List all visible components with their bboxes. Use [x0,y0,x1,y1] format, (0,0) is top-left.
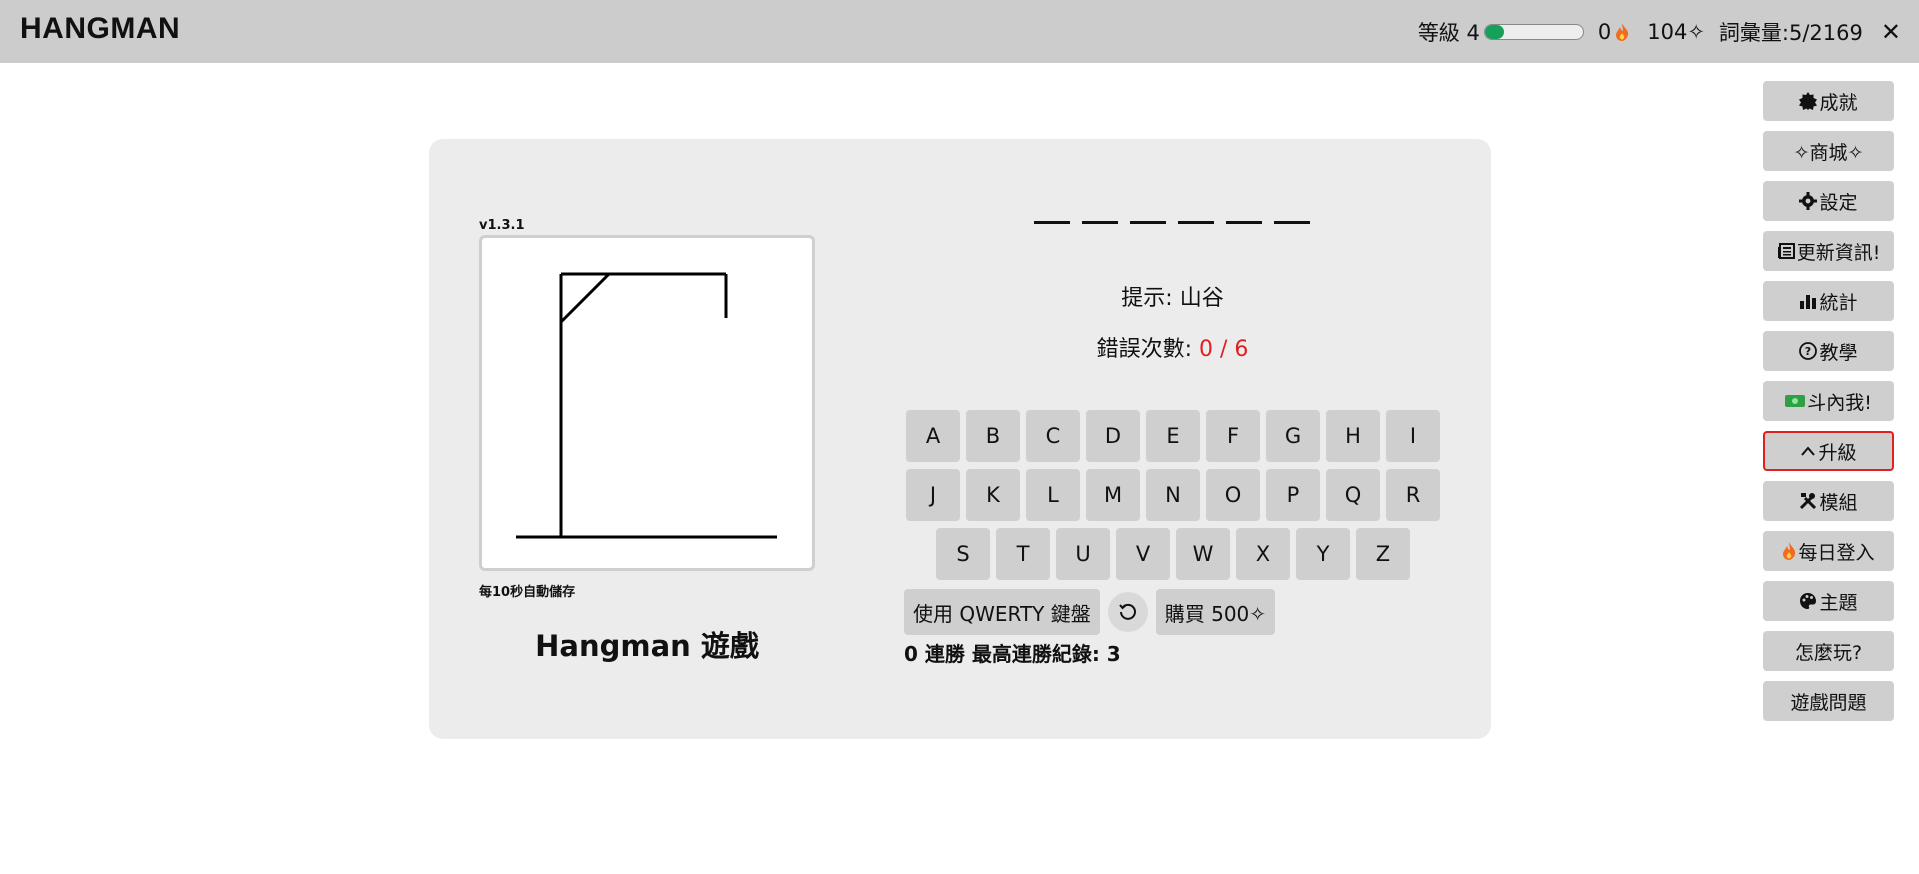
level-label: 等級 4 [1417,20,1480,45]
key-b[interactable]: B [966,410,1020,462]
key-n[interactable]: N [1146,469,1200,521]
sidebar-item-1[interactable]: ✧商城✧ [1763,131,1894,171]
key-i[interactable]: I [1386,410,1440,462]
top-bar: HANGMAN 等級 4 0 104✧ 詞彙量:5/2169 ✕ [0,0,1919,63]
error-value: 0 / 6 [1199,337,1249,362]
key-g[interactable]: G [1266,410,1320,462]
help-icon: ? [1799,342,1818,360]
key-s[interactable]: S [936,528,990,580]
key-k[interactable]: K [966,469,1020,521]
key-t[interactable]: T [996,528,1050,580]
sidebar-item-5[interactable]: ? 教學 [1763,331,1894,371]
flame-icon [1782,542,1796,560]
qwerty-toggle-button[interactable]: 使用 QWERTY 鍵盤 [904,589,1100,635]
game-title: Hangman 遊戲 [535,629,759,663]
svg-text:?: ? [1805,345,1811,358]
sidebar-item-7[interactable]: 升級 [1763,431,1894,471]
sidebar-item-label: 斗內我! [1807,391,1872,414]
key-m[interactable]: M [1086,469,1140,521]
key-h[interactable]: H [1326,410,1380,462]
header-stats: 等級 4 0 104✧ 詞彙量:5/2169 ✕ [1418,0,1901,63]
letter-slot [1274,210,1310,224]
hangman-canvas [479,235,815,571]
key-p[interactable]: P [1266,469,1320,521]
sidebar-menu: 成就 ✧商城✧ 設定 更新資訊! 統計? 教學 斗內我! 升級 模組 每日登入 主題 怎麼玩? 遊戲… [1763,81,1894,721]
close-icon[interactable]: ✕ [1881,18,1901,46]
sidebar-item-label: 每日登入 [1798,541,1875,564]
sidebar-item-label: 更新資訊! [1796,241,1881,264]
sidebar-item-0[interactable]: 成就 [1763,81,1894,121]
key-y[interactable]: Y [1296,528,1350,580]
sidebar-item-2[interactable]: 設定 [1763,181,1894,221]
flame-icon [1615,22,1629,41]
sidebar-item-9[interactable]: 每日登入 [1763,531,1894,571]
letter-slot [1178,210,1214,224]
bar-chart-icon [1799,292,1817,310]
error-counter: 錯誤次數: 0 / 6 [1000,331,1345,363]
key-j[interactable]: J [906,469,960,521]
keyboard-actions: 使用 QWERTY 鍵盤 購買 500✧ [904,589,1276,635]
key-v[interactable]: V [1116,528,1170,580]
sidebar-item-4[interactable]: 統計 [1763,281,1894,321]
sidebar-item-11[interactable]: 怎麼玩? [1763,631,1894,671]
key-l[interactable]: L [1026,469,1080,521]
gallows-drawing [516,272,777,539]
letter-slot [1082,210,1118,224]
key-x[interactable]: X [1236,528,1290,580]
buy-button[interactable]: 購買 500✧ [1155,589,1276,635]
keyboard-row-3: STUVWXYZ [936,528,1410,580]
news-icon [1777,242,1795,260]
sidebar-item-label: 怎麼玩? [1794,641,1863,664]
keyboard-row-2: JKLMNOPQR [906,469,1440,521]
xp-progress-fill [1484,24,1505,39]
palette-icon [1799,592,1817,610]
version-label: v1.3.1 [479,218,525,233]
key-d[interactable]: D [1086,410,1140,462]
streak-count: 0 [1597,19,1612,44]
sidebar-item-label: 成就 [1819,91,1858,114]
key-u[interactable]: U [1056,528,1110,580]
key-c[interactable]: C [1026,410,1080,462]
autosave-note: 每10秒自動儲存 [479,585,576,600]
key-z[interactable]: Z [1356,528,1410,580]
gem-count: 104✧ [1647,19,1705,44]
sidebar-item-8[interactable]: 模組 [1763,481,1894,521]
money-icon [1785,393,1806,409]
key-f[interactable]: F [1206,410,1260,462]
sidebar-item-label: 教學 [1819,341,1858,364]
badge-icon [1799,92,1818,110]
sidebar-item-label: 遊戲問題 [1790,691,1867,714]
gear-icon [1799,192,1818,210]
letter-slot [1130,210,1166,224]
word-slots [1034,210,1310,224]
sidebar-item-label: ✧商城✧ [1793,141,1864,164]
sidebar-item-label: 主題 [1819,591,1858,614]
key-w[interactable]: W [1176,528,1230,580]
sidebar-item-label: 設定 [1819,191,1858,214]
letter-slot [1034,210,1070,224]
sidebar-item-3[interactable]: 更新資訊! [1763,231,1894,271]
key-e[interactable]: E [1146,410,1200,462]
keyboard-row-1: ABCDEFGHI [906,410,1440,462]
key-q[interactable]: Q [1326,469,1380,521]
letter-slot [1226,210,1262,224]
hint-text: 提示: 山谷 [1121,286,1224,311]
vocab-count: 詞彙量:5/2169 [1718,20,1863,45]
tools-icon [1799,492,1817,510]
xp-progress-bar [1483,23,1584,40]
key-o[interactable]: O [1206,469,1260,521]
app-title: HANGMAN [20,12,181,45]
error-label: 錯誤次數: [1096,337,1199,362]
key-r[interactable]: R [1386,469,1440,521]
sidebar-item-12[interactable]: 遊戲問題 [1763,681,1894,721]
refresh-icon[interactable] [1107,592,1148,632]
chevron-up-icon [1800,444,1816,458]
sidebar-item-label: 模組 [1819,491,1858,514]
streak-record: 0 連勝 最高連勝紀錄: 3 [904,642,1121,666]
sidebar-item-6[interactable]: 斗內我! [1763,381,1894,421]
key-a[interactable]: A [906,410,960,462]
sidebar-item-label: 統計 [1819,291,1858,314]
sidebar-item-label: 升級 [1818,441,1857,464]
sidebar-item-10[interactable]: 主題 [1763,581,1894,621]
